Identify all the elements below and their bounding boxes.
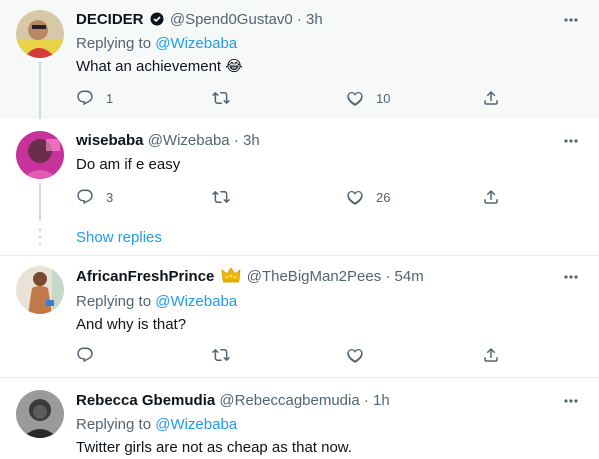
- author-handle[interactable]: @Spend0Gustav0: [170, 11, 293, 28]
- more-replies-dots: [37, 227, 43, 247]
- replying-to: Replying to @Wizebaba: [76, 293, 238, 310]
- like-icon: [347, 92, 363, 106]
- reply-icon: [77, 90, 93, 106]
- like-button[interactable]: [346, 345, 364, 365]
- mention-link[interactable]: @Wizebaba: [155, 416, 237, 433]
- tweet-wisebaba[interactable]: wisebaba @Wizebaba · 3h Do am if e easy …: [0, 119, 599, 256]
- tweet-header: AfricanFreshPrince @TheBigMan2Pees · 54m: [76, 267, 424, 289]
- avatar[interactable]: [16, 131, 64, 179]
- avatar[interactable]: [16, 266, 64, 314]
- tweet-time[interactable]: 1h: [373, 392, 390, 409]
- more-icon[interactable]: [561, 131, 581, 151]
- crown-icon: [221, 267, 241, 289]
- share-button[interactable]: [482, 88, 500, 108]
- author-name[interactable]: AfricanFreshPrince: [76, 268, 214, 285]
- retweet-icon: [212, 190, 230, 204]
- reply-button[interactable]: 1: [76, 88, 113, 108]
- author-handle[interactable]: @TheBigMan2Pees: [247, 268, 381, 285]
- tweet-actions: 3 26: [76, 187, 506, 207]
- share-icon: [484, 189, 498, 204]
- like-count: 26: [376, 189, 391, 205]
- tweet-text: And why is that?: [76, 316, 187, 333]
- replying-to: Replying to @Wizebaba: [76, 416, 238, 433]
- more-icon[interactable]: [561, 391, 581, 411]
- reply-icon: [77, 347, 93, 363]
- mention-link[interactable]: @Wizebaba: [155, 293, 237, 310]
- tweet-decider[interactable]: DECIDER @Spend0Gustav0 · 3h Replying to …: [0, 0, 599, 119]
- tweet-header: wisebaba @Wizebaba · 3h: [76, 132, 260, 149]
- like-count: 10: [376, 90, 391, 106]
- like-icon: [347, 349, 363, 363]
- tweet-actions: [76, 345, 506, 365]
- tweet-header: Rebecca Gbemudia @Rebeccagbemudia · 1h: [76, 392, 390, 409]
- retweet-button[interactable]: [212, 187, 230, 207]
- share-button[interactable]: [482, 187, 500, 207]
- share-icon: [484, 90, 498, 105]
- tweet-africanfreshprince[interactable]: AfricanFreshPrince @TheBigMan2Pees · 54m…: [0, 256, 599, 378]
- tweet-header: DECIDER @Spend0Gustav0 · 3h: [76, 10, 323, 32]
- author-name[interactable]: wisebaba: [76, 132, 144, 149]
- retweet-icon: [212, 91, 230, 105]
- retweet-button[interactable]: [212, 345, 230, 365]
- verified-dark-icon: [150, 12, 164, 32]
- retweet-icon: [212, 348, 230, 362]
- more-icon[interactable]: [561, 267, 581, 287]
- retweet-button[interactable]: [212, 88, 230, 108]
- avatar[interactable]: [16, 10, 64, 58]
- reply-count: 1: [106, 90, 114, 106]
- share-icon: [484, 347, 498, 362]
- author-name[interactable]: Rebecca Gbemudia: [76, 392, 215, 409]
- tweet-text: What an achievement 😂: [76, 58, 243, 75]
- thread-line: [39, 62, 41, 119]
- show-replies-link[interactable]: Show replies: [76, 228, 162, 248]
- like-button[interactable]: 26: [346, 187, 390, 207]
- mention-link[interactable]: @Wizebaba: [155, 35, 237, 52]
- reply-button[interactable]: 3: [76, 187, 113, 207]
- tweet-rebecca[interactable]: Rebecca Gbemudia @Rebeccagbemudia · 1h R…: [0, 378, 599, 459]
- like-button[interactable]: 10: [346, 88, 390, 108]
- reply-button[interactable]: [76, 345, 94, 365]
- tweet-actions: 1 10: [76, 88, 506, 108]
- tweet-text: Twitter girls are not as cheap as that n…: [76, 439, 352, 456]
- like-icon: [347, 191, 363, 205]
- tweet-time[interactable]: 54m: [395, 268, 424, 285]
- tweet-text: Do am if e easy: [76, 156, 181, 173]
- replying-to: Replying to @Wizebaba: [76, 35, 238, 52]
- author-handle[interactable]: @Rebeccagbemudia: [219, 392, 359, 409]
- tweet-time[interactable]: 3h: [243, 132, 260, 149]
- share-button[interactable]: [482, 345, 500, 365]
- more-icon[interactable]: [561, 10, 581, 30]
- thread-line: [39, 183, 41, 221]
- author-name[interactable]: DECIDER: [76, 11, 144, 28]
- avatar[interactable]: [16, 390, 64, 438]
- author-handle[interactable]: @Wizebaba: [148, 132, 230, 149]
- reply-count: 3: [106, 189, 114, 205]
- reply-icon: [77, 189, 93, 205]
- tweet-time[interactable]: 3h: [306, 11, 323, 28]
